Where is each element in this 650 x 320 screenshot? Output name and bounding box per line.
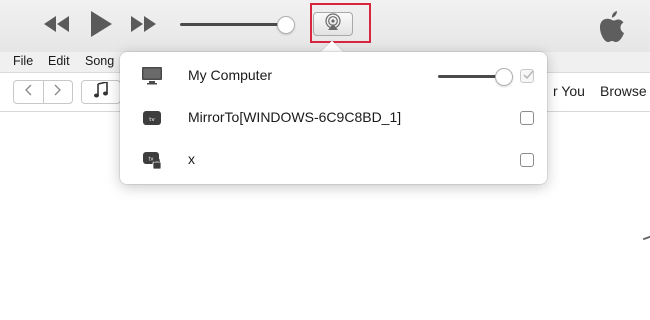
volume-slider-track[interactable] xyxy=(180,23,286,26)
play-icon[interactable] xyxy=(88,10,114,38)
media-type-selector[interactable] xyxy=(81,80,121,104)
device-row-mirrorto[interactable]: tv MirrorTo[WINDOWS-6C9C8BD_1] xyxy=(120,98,547,138)
menu-song[interactable]: Song xyxy=(85,54,114,68)
chevron-right-icon xyxy=(54,83,62,101)
airplay-popover: My Computer tv MirrorTo[WINDOWS-6C9C8BD_… xyxy=(120,52,547,184)
tab-for-you[interactable]: r You xyxy=(553,83,585,99)
music-note-icon xyxy=(94,80,108,103)
player-toolbar xyxy=(0,0,650,52)
device-name: My Computer xyxy=(188,67,273,83)
tab-browse[interactable]: Browse xyxy=(600,83,647,99)
device-row-my-computer[interactable]: My Computer xyxy=(120,56,547,96)
apple-tv-icon: tv xyxy=(141,108,163,128)
checkmark-icon xyxy=(522,68,534,86)
chevron-left-icon xyxy=(24,83,32,101)
device-checkbox-my-computer xyxy=(520,69,534,83)
device-checkbox-x[interactable] xyxy=(520,153,534,167)
volume-slider-knob[interactable] xyxy=(277,16,295,34)
partial-icon-edge xyxy=(623,192,650,248)
back-button[interactable] xyxy=(14,81,43,103)
device-volume-knob[interactable] xyxy=(495,68,513,86)
device-name: x xyxy=(188,151,195,167)
apple-logo-icon xyxy=(598,11,626,43)
device-name: MirrorTo[WINDOWS-6C9C8BD_1] xyxy=(188,109,402,125)
svg-text:tv: tv xyxy=(149,157,154,163)
forward-button[interactable] xyxy=(42,81,73,103)
device-checkbox-mirrorto[interactable] xyxy=(520,111,534,125)
airplay-highlight-box xyxy=(310,3,371,43)
back-forward-group xyxy=(13,80,73,104)
device-row-x[interactable]: tv x xyxy=(120,140,547,180)
fast-forward-icon[interactable] xyxy=(130,14,156,34)
menu-file[interactable]: File xyxy=(13,54,33,68)
menu-edit[interactable]: Edit xyxy=(48,54,70,68)
svg-text:tv: tv xyxy=(149,117,155,123)
apple-tv-locked-icon: tv xyxy=(141,150,163,170)
rewind-icon[interactable] xyxy=(44,14,70,34)
monitor-icon xyxy=(141,66,163,86)
